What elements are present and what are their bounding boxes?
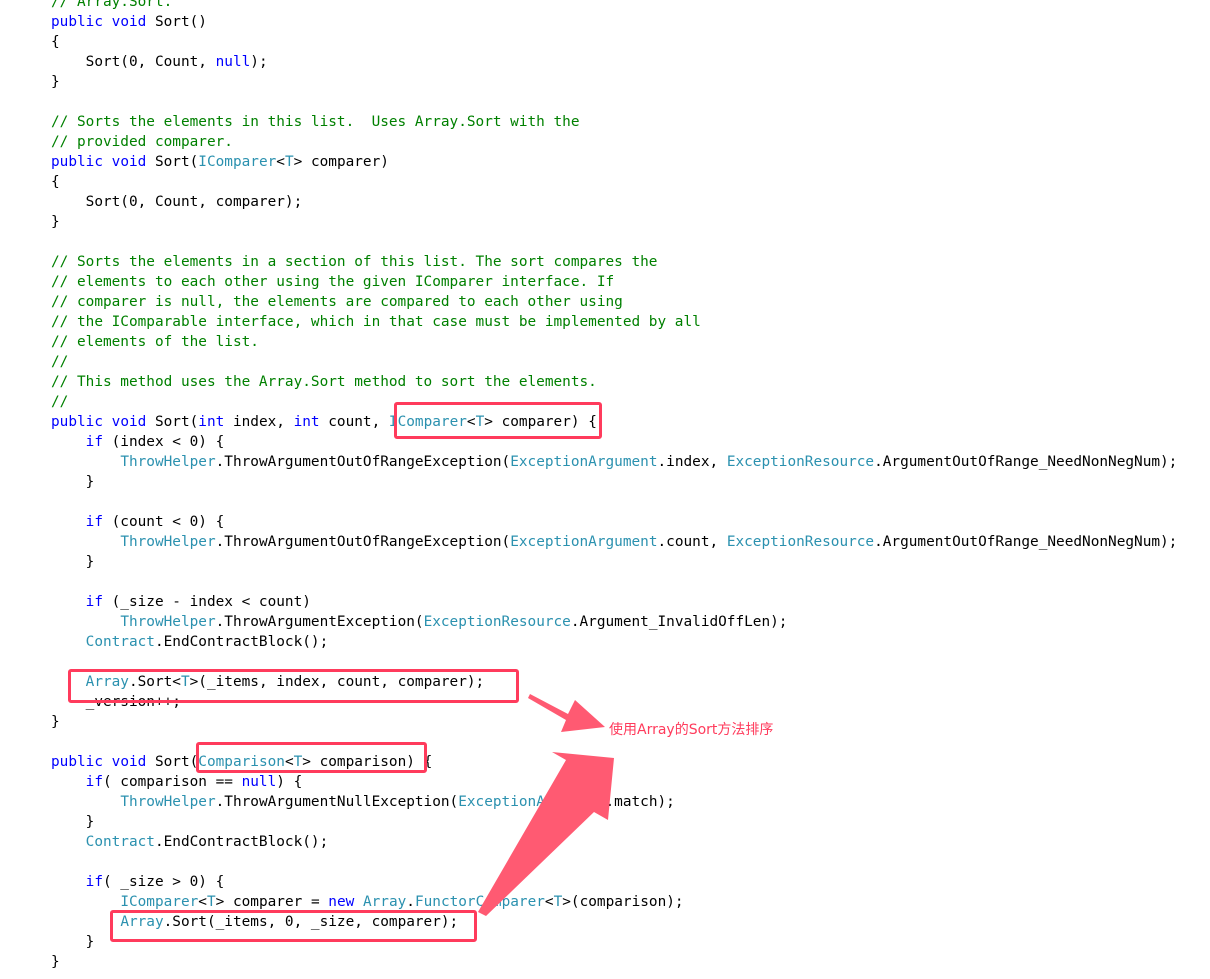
annotation-text: 使用Array的Sort方法排序	[609, 722, 774, 738]
annotation-arrows	[478, 694, 614, 916]
arrow-left-icon	[528, 694, 605, 732]
arrow-up-icon	[478, 752, 614, 916]
